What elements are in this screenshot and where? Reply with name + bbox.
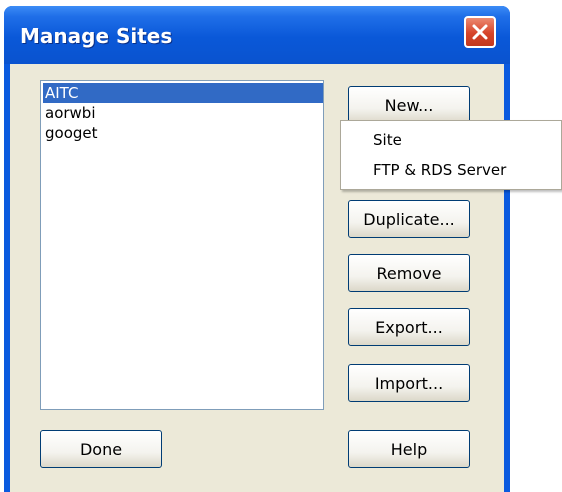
new-dropdown-menu: Site FTP & RDS Server bbox=[340, 120, 562, 190]
menu-item-ftp-rds-server[interactable]: FTP & RDS Server bbox=[373, 161, 506, 179]
manage-sites-window: Manage Sites AITC aorwbi googet New... D… bbox=[4, 6, 510, 492]
help-button[interactable]: Help bbox=[348, 430, 470, 468]
import-button[interactable]: Import... bbox=[348, 364, 470, 402]
close-icon bbox=[472, 24, 488, 40]
site-item-aitc[interactable]: AITC bbox=[43, 83, 323, 103]
new-button[interactable]: New... bbox=[348, 86, 470, 124]
remove-button[interactable]: Remove bbox=[348, 254, 470, 292]
duplicate-button[interactable]: Duplicate... bbox=[348, 200, 470, 238]
site-item-googet[interactable]: googet bbox=[43, 123, 323, 143]
title-bar[interactable]: Manage Sites bbox=[4, 6, 510, 64]
sites-list[interactable]: AITC aorwbi googet bbox=[40, 80, 324, 410]
export-button[interactable]: Export... bbox=[348, 308, 470, 346]
window-title: Manage Sites bbox=[20, 24, 173, 48]
menu-item-site[interactable]: Site bbox=[373, 131, 402, 149]
site-item-aorwbi[interactable]: aorwbi bbox=[43, 103, 323, 123]
done-button[interactable]: Done bbox=[40, 430, 162, 468]
close-button[interactable] bbox=[464, 16, 496, 48]
